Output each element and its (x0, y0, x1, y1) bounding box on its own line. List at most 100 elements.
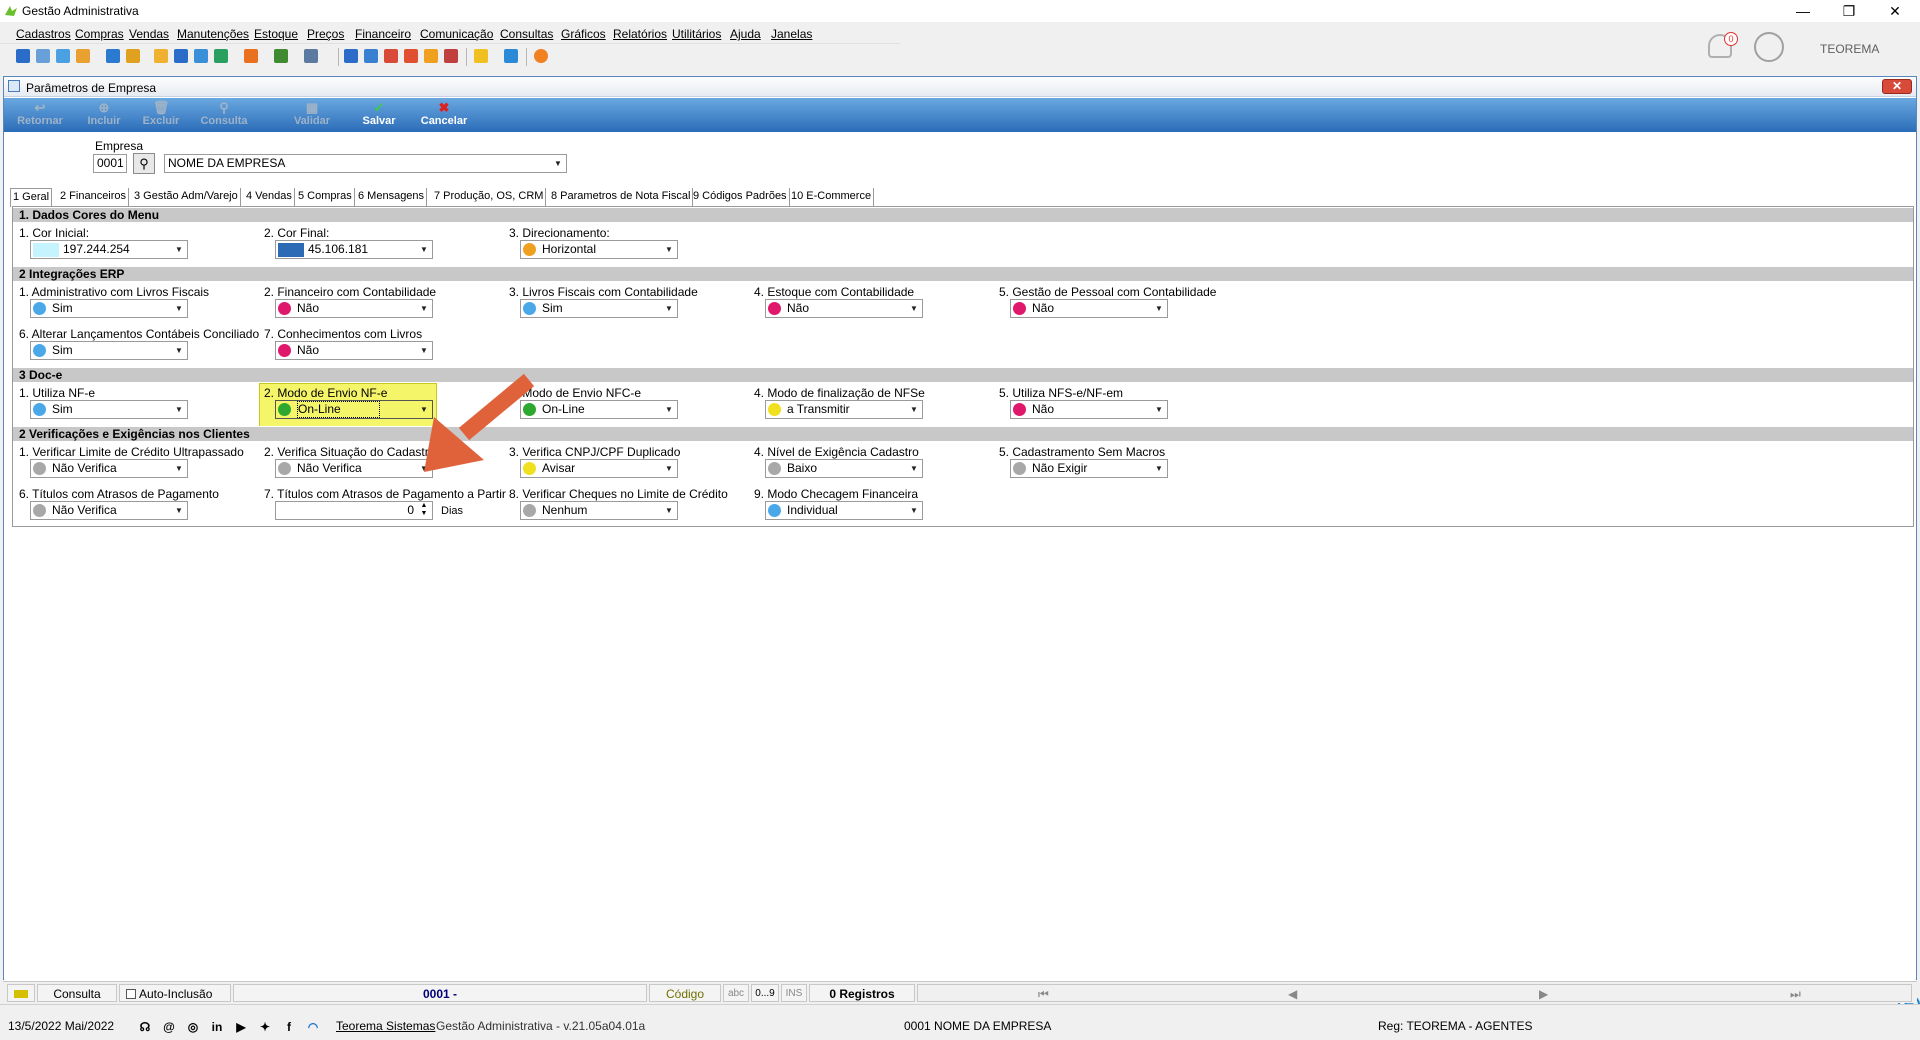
tab-producao[interactable]: 7 Produção, OS, CRM (432, 188, 547, 206)
menu-vendas[interactable]: Vendas (129, 27, 169, 41)
teorema-link[interactable]: Teorema Sistemas (336, 1019, 435, 1033)
excluir-button[interactable]: 🗑 Excluir (131, 100, 191, 127)
tab-compras[interactable]: 5 Compras (296, 188, 355, 206)
livros-contab-select[interactable]: Sim ▼ (520, 299, 678, 318)
menu-precos[interactable]: Preços (307, 27, 344, 41)
doc-icon[interactable] (106, 49, 120, 63)
email-icon[interactable]: @ (162, 1020, 176, 1034)
restore-button[interactable]: ❐ (1826, 0, 1872, 22)
dialog-close-button[interactable]: ✕ (1882, 79, 1912, 94)
modo-nfce-select[interactable]: On-Line ▼ (520, 400, 678, 419)
first-record-icon[interactable]: ⏮ (1038, 985, 1049, 1003)
utiliza-nfse-select[interactable]: Não ▼ (1010, 400, 1168, 419)
tab-e-commerce[interactable]: 10 E-Commerce (789, 188, 875, 206)
tab-mensagens[interactable]: 6 Mensagens (356, 188, 428, 206)
retornar-button[interactable]: ↩ Retornar (10, 100, 70, 127)
star-icon[interactable] (474, 49, 488, 63)
modo-checagem-select[interactable]: Individual ▼ (765, 501, 923, 520)
calc-icon[interactable] (364, 49, 378, 63)
cheques-limite-select[interactable]: Nenhum ▼ (520, 501, 678, 520)
cor-final-select[interactable]: 45.106.181 ▼ (275, 240, 433, 259)
alterar-lanc-select[interactable]: Sim ▼ (30, 341, 188, 360)
menu-financeiro[interactable]: Financeiro (355, 27, 411, 41)
validar-button[interactable]: ▦ Validar (282, 100, 342, 127)
facebook-icon[interactable]: f (282, 1020, 296, 1034)
minimize-button[interactable]: — (1780, 0, 1826, 22)
empresa-code-field[interactable]: 0001 (93, 154, 127, 173)
cancelar-button[interactable]: ✖ Cancelar (414, 100, 474, 127)
titulos-partir-field[interactable]: 0 (275, 501, 433, 520)
close-window-button[interactable]: ✕ (1872, 0, 1918, 22)
user-avatar-icon[interactable] (1754, 32, 1784, 62)
tab-vendas[interactable]: 4 Vendas (244, 188, 295, 206)
person-icon[interactable] (154, 49, 168, 63)
limite-credito-select[interactable]: Não Verifica ▼ (30, 459, 188, 478)
menu-cadastros[interactable]: Cadastros (16, 27, 71, 41)
prev-record-icon[interactable]: ◀ (1288, 985, 1297, 1003)
cnpj-dup-select[interactable]: Avisar ▼ (520, 459, 678, 478)
headset-icon[interactable]: ☊ (138, 1020, 152, 1034)
contact-icon[interactable] (174, 49, 188, 63)
next-record-icon[interactable]: ▶ (1539, 985, 1548, 1003)
menu-relatorios[interactable]: Relatórios (613, 27, 667, 41)
form-icon[interactable] (56, 49, 70, 63)
folder-icon[interactable] (126, 49, 140, 63)
modo-nfe-select[interactable]: On-Line ▼ (275, 400, 433, 419)
report-icon[interactable] (444, 49, 458, 63)
consulta-button[interactable]: ⚲ Consulta (194, 100, 254, 127)
tab-codigos-padroes[interactable]: 9 Códigos Padrões (691, 188, 790, 206)
tab-nota-fiscal[interactable]: 8 Parametros de Nota Fiscal (549, 188, 694, 206)
instagram-icon[interactable]: ◎ (186, 1020, 200, 1034)
nivel-exig-select[interactable]: Baixo ▼ (765, 459, 923, 478)
empresa-select[interactable]: NOME DA EMPRESA ▼ (164, 154, 567, 173)
fin-contab-select[interactable]: Não ▼ (275, 299, 433, 318)
menu-utilitarios[interactable]: Utilitários (672, 27, 721, 41)
auto-inclusao-checkbox[interactable]: Auto-Inclusão (119, 984, 231, 1002)
print-icon[interactable] (304, 49, 318, 63)
info-icon[interactable] (504, 49, 518, 63)
youtube-icon[interactable]: ▶ (234, 1020, 248, 1034)
titulos-atraso-select[interactable]: Não Verifica ▼ (30, 501, 188, 520)
tab-financeiros[interactable]: 2 Financeiros (58, 188, 130, 206)
twitter-icon[interactable]: ✦ (258, 1020, 272, 1034)
new-icon[interactable] (16, 49, 30, 63)
cad-sem-macros-select[interactable]: Não Exigir ▼ (1010, 459, 1168, 478)
users-icon[interactable] (36, 49, 50, 63)
alarm-icon[interactable] (404, 49, 418, 63)
menu-ajuda[interactable]: Ajuda (730, 27, 761, 41)
estoque-contab-select[interactable]: Não ▼ (765, 299, 923, 318)
list-icon[interactable] (76, 49, 90, 63)
linkedin-icon[interactable]: in (210, 1020, 224, 1034)
box-icon[interactable] (244, 49, 258, 63)
titulos-atraso-label: 6. Títulos com Atrasos de Pagamento (19, 487, 219, 501)
cor-inicial-select[interactable]: 197.244.254 ▼ (30, 240, 188, 259)
menu-estoque[interactable]: Estoque (254, 27, 298, 41)
truck-icon[interactable] (274, 49, 288, 63)
incluir-button[interactable]: ⊕ Incluir (74, 100, 134, 127)
calendar-icon[interactable] (344, 49, 358, 63)
menu-comunicacao[interactable]: Comunicação (420, 27, 493, 41)
menu-manutencoes[interactable]: Manutenções (177, 27, 249, 41)
conhec-livros-select[interactable]: Não ▼ (275, 341, 433, 360)
modo-nfse-select[interactable]: a Transmitir ▼ (765, 400, 923, 419)
adm-livros-select[interactable]: Sim ▼ (30, 299, 188, 318)
cart-icon[interactable] (214, 49, 228, 63)
utiliza-nfe-select[interactable]: Sim ▼ (30, 400, 188, 419)
agenda-icon[interactable] (384, 49, 398, 63)
clock-icon[interactable] (424, 49, 438, 63)
card-icon[interactable] (194, 49, 208, 63)
last-record-icon[interactable]: ⏭ (1790, 985, 1801, 1003)
power-icon[interactable] (534, 49, 548, 63)
menu-compras[interactable]: Compras (75, 27, 124, 41)
direcionamento-select[interactable]: Horizontal ▼ (520, 240, 678, 259)
tab-gestao-adm-varejo[interactable]: 3 Gestão Adm/Varejo (132, 188, 241, 206)
salvar-button[interactable]: ✓ Salvar (349, 100, 409, 127)
spinner-icon[interactable]: ▲ ▼ (417, 502, 431, 519)
tab-geral[interactable]: 1 Geral (10, 188, 53, 207)
menu-janelas[interactable]: Janelas (771, 27, 812, 41)
empresa-search-icon[interactable]: ⚲ (133, 153, 155, 174)
pessoal-contab-select[interactable]: Não ▼ (1010, 299, 1168, 318)
menu-consultas[interactable]: Consultas (500, 27, 553, 41)
menu-graficos[interactable]: Gráficos (561, 27, 606, 41)
situacao-cad-select[interactable]: Não Verifica ▼ (275, 459, 433, 478)
